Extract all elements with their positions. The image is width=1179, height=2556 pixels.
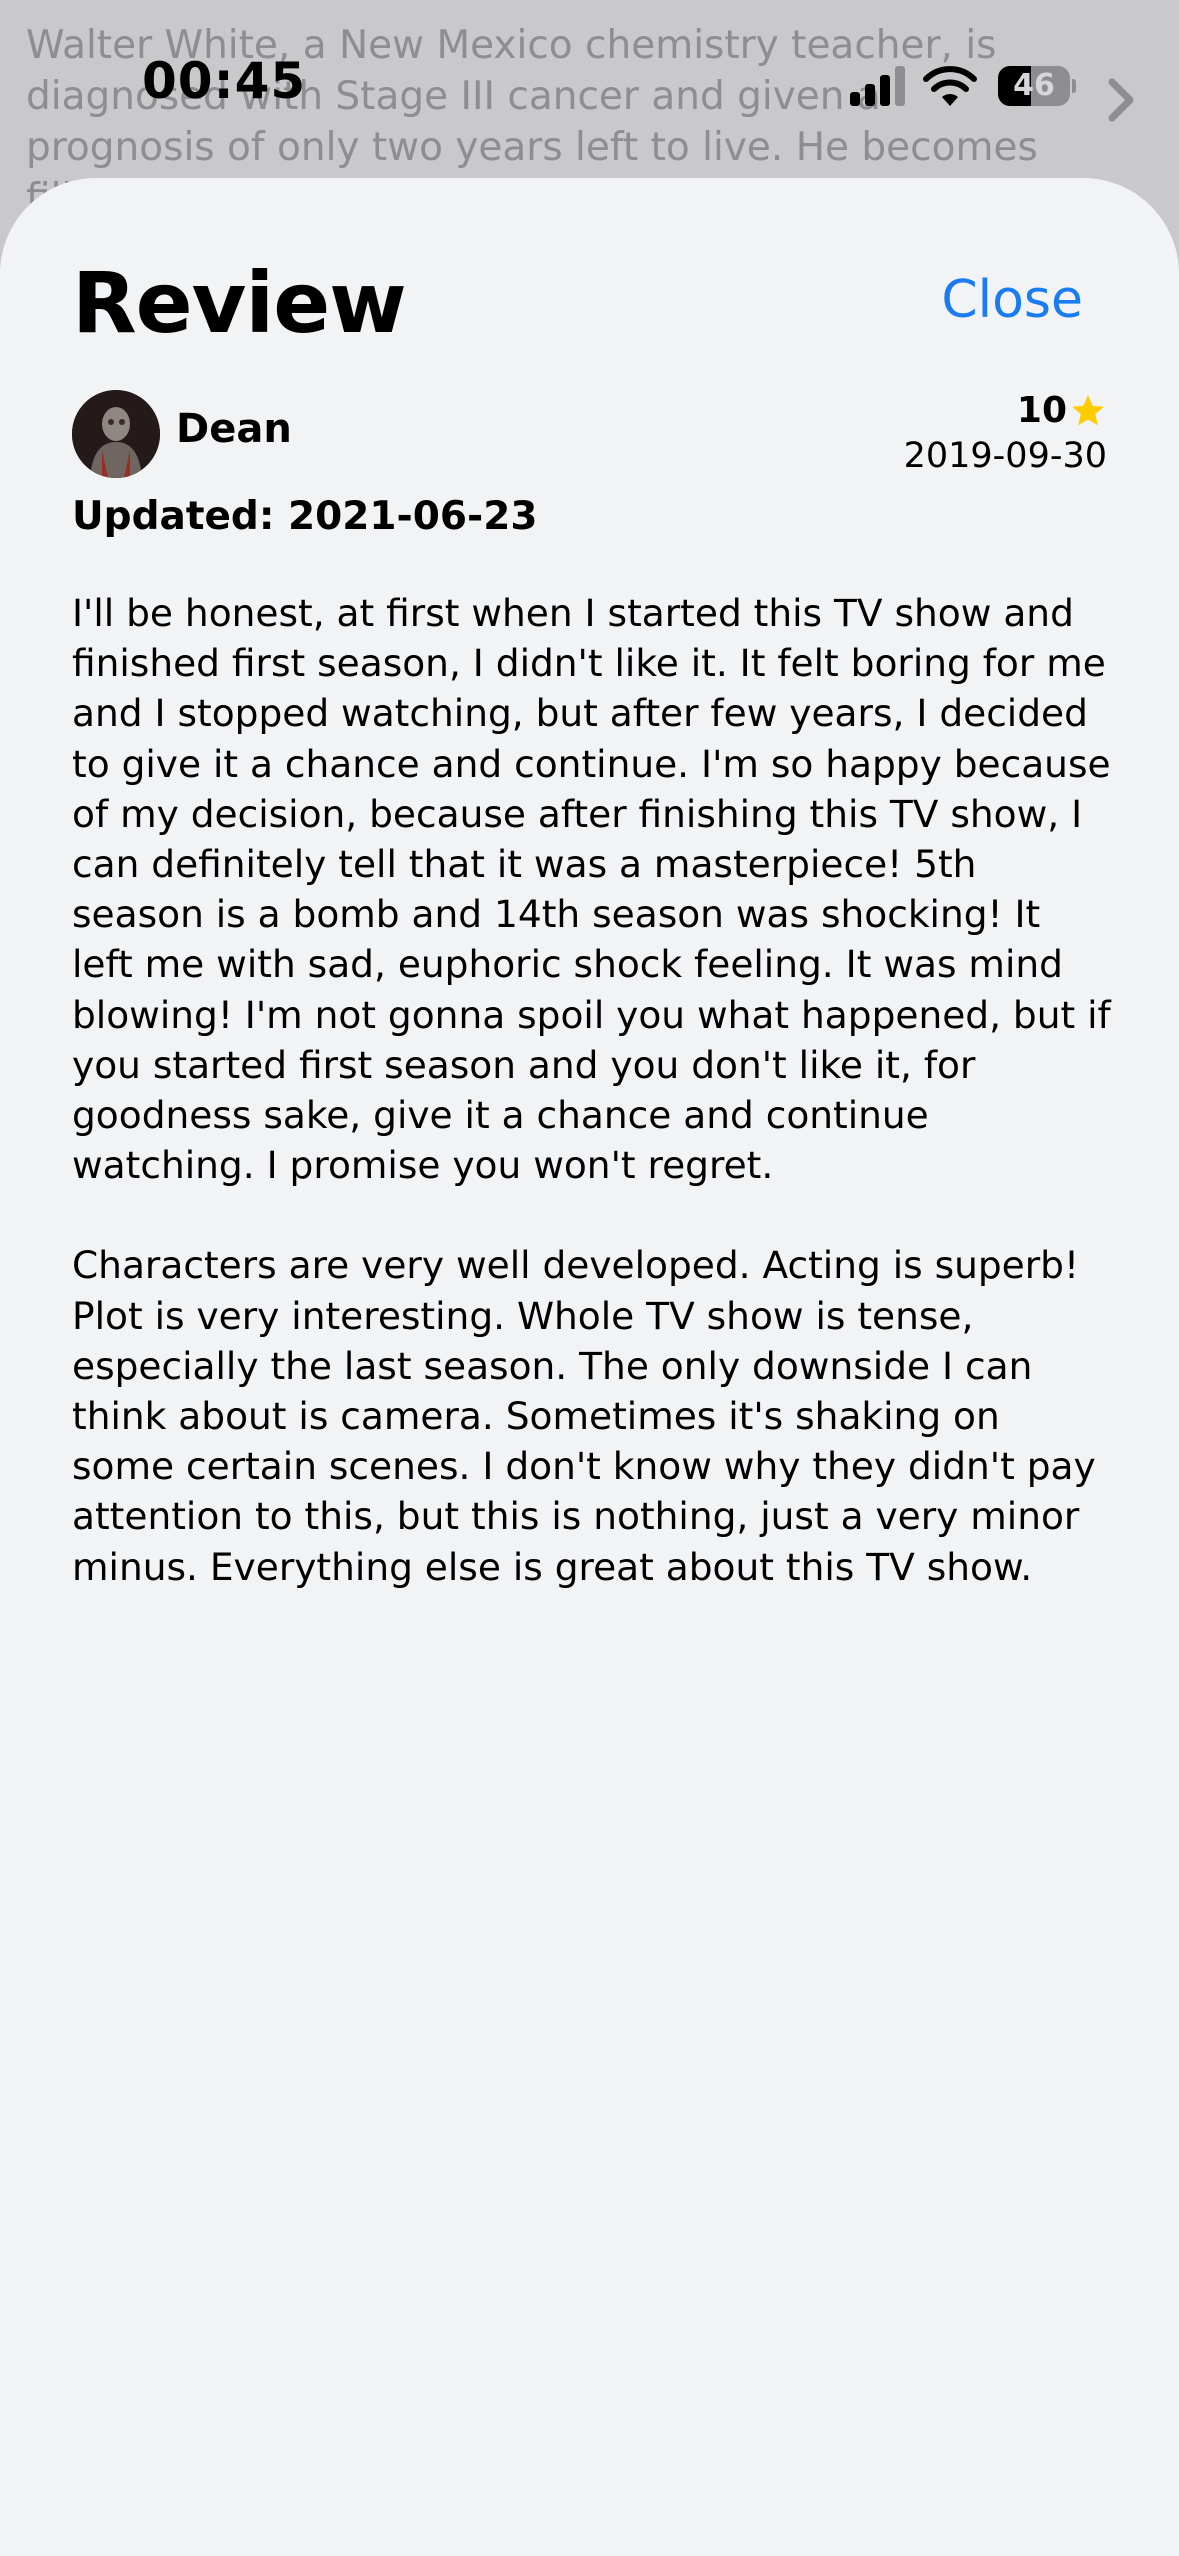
battery-cap — [1072, 79, 1076, 93]
star-icon — [1072, 394, 1104, 425]
rating: 10 — [1017, 390, 1107, 431]
rating-value: 10 — [1016, 390, 1067, 431]
status-time: 00:45 — [142, 52, 307, 110]
review-paragraph: I'll be honest, at first when I started … — [72, 591, 1111, 1188]
wifi-icon — [923, 66, 977, 106]
sheet-title: Review — [72, 254, 407, 352]
close-button[interactable]: Close — [941, 270, 1083, 330]
battery-level: 46 — [1013, 68, 1055, 103]
author-name: Dean — [176, 406, 292, 452]
review-sheet: Review Close Dean 10 2019-09-30 Updated:… — [0, 178, 1179, 2556]
battery-body: 46 — [998, 66, 1070, 106]
review-paragraph: Characters are very well developed. Acti… — [72, 1243, 1096, 1589]
avatar — [72, 390, 160, 478]
updated-date: Updated: 2021-06-23 — [72, 494, 538, 539]
battery-icon: 46 — [998, 66, 1076, 106]
cellular-signal-icon — [850, 66, 905, 106]
avatar-image — [72, 390, 160, 478]
review-body: I'll be honest, at first when I started … — [72, 588, 1112, 1642]
status-bar: 00:45 46 — [0, 0, 1179, 170]
review-date: 2019-09-30 — [903, 436, 1107, 476]
